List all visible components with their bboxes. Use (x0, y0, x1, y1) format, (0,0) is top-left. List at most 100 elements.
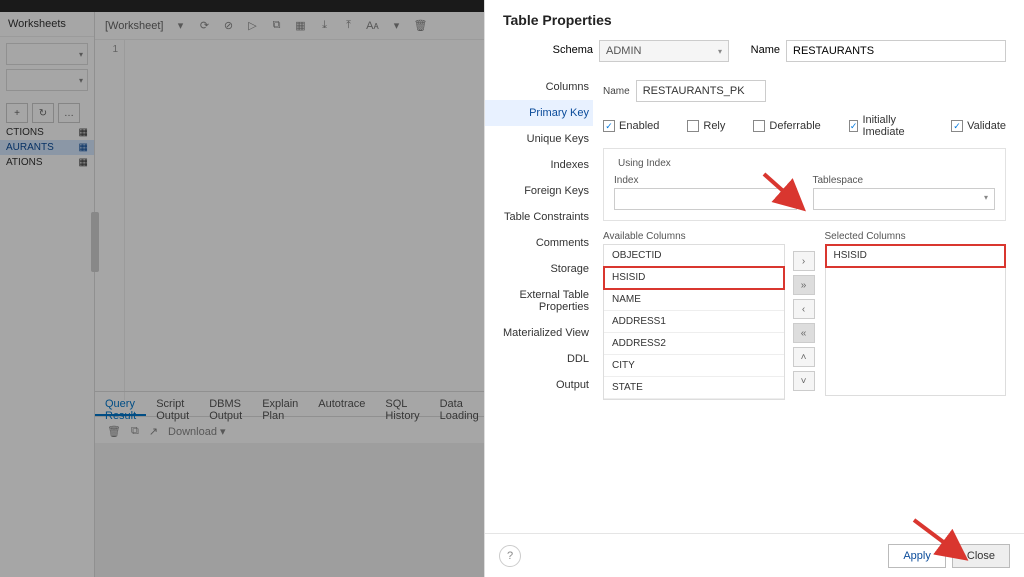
move-down-button[interactable]: ˅ (793, 371, 815, 391)
move-left-button[interactable]: ‹ (793, 299, 815, 319)
available-columns-list[interactable]: OBJECTID HSISID NAME ADDRESS1 ADDRESS2 C… (603, 244, 785, 400)
modal-nav: Columns Primary Key Unique Keys Indexes … (485, 74, 593, 523)
table-icon: ▦ (79, 127, 88, 138)
tab-sql-history[interactable]: SQL History (375, 392, 429, 416)
more-button[interactable]: … (58, 103, 80, 123)
worksheet-tab[interactable]: [Worksheet] (105, 20, 164, 32)
help-button[interactable]: ? (499, 545, 521, 567)
move-all-right-button[interactable]: » (793, 275, 815, 295)
db-select-1[interactable] (6, 43, 88, 65)
nav-unique-keys[interactable]: Unique Keys (485, 126, 593, 152)
list-item[interactable]: HSISID (826, 245, 1006, 267)
nav-ddl[interactable]: DDL (485, 346, 593, 372)
tab-script-output[interactable]: Script Output (146, 392, 199, 416)
validate-checkbox[interactable]: ✓Validate (951, 114, 1006, 138)
nav-storage[interactable]: Storage (485, 256, 593, 282)
primary-key-panel: Name RESTAURANTS_PK ✓Enabled Rely Deferr… (603, 74, 1006, 523)
deferrable-checkbox[interactable]: Deferrable (753, 114, 820, 138)
toolbar-refresh-icon[interactable]: ⟳ (198, 19, 212, 33)
nav-primary-key[interactable]: Primary Key (485, 100, 593, 126)
tree-item[interactable]: AURANTS▦ (0, 140, 94, 155)
toolbar-export-icon[interactable]: ⤒ (342, 19, 356, 33)
list-item[interactable]: STATE (604, 377, 784, 399)
results-tabs: Query Result Script Output DBMS Output E… (95, 391, 484, 417)
toolbar-run-icon[interactable]: ▷ (246, 19, 260, 33)
open-icon[interactable]: ↗ (149, 425, 158, 438)
table-properties-modal: Table Properties Schema ADMIN Name RESTA… (484, 0, 1024, 577)
worksheet-toolbar: [Worksheet] ▾ ⟳ ⊘ ▷ ⧉ ▦ ⤓ ⤒ Aᴀ ▾ 🗑 (95, 12, 484, 40)
table-name-input[interactable]: RESTAURANTS (786, 40, 1006, 62)
object-tree[interactable]: CTIONS▦ AURANTS▦ ATIONS▦ (0, 125, 94, 170)
list-item[interactable]: ADDRESS1 (604, 311, 784, 333)
enabled-checkbox[interactable]: ✓Enabled (603, 114, 659, 138)
sql-editor[interactable]: 1 (95, 40, 484, 400)
toolbar-case-icon[interactable]: Aᴀ (366, 19, 380, 33)
worksheets-header: Worksheets (0, 12, 94, 37)
toolbar-dropdown-icon[interactable]: ▾ (174, 19, 188, 33)
nav-indexes[interactable]: Indexes (485, 152, 593, 178)
nav-foreign-keys[interactable]: Foreign Keys (485, 178, 593, 204)
list-item[interactable]: CITY (604, 355, 784, 377)
nav-materialized-view[interactable]: Materialized View (485, 320, 593, 346)
toolbar-delete-icon[interactable]: 🗑 (414, 19, 428, 33)
tab-query-result[interactable]: Query Result (95, 392, 146, 416)
results-toolbar: 🗑 ⧉ ↗ Download ▾ (95, 419, 484, 443)
apply-button[interactable]: Apply (888, 544, 946, 568)
editor-text[interactable] (125, 40, 484, 400)
tab-explain-plan[interactable]: Explain Plan (252, 392, 308, 416)
index-label: Index (614, 175, 797, 186)
tab-autotrace[interactable]: Autotrace (308, 392, 375, 416)
toolbar-import-icon[interactable]: ⤓ (318, 19, 332, 33)
shuttle-buttons: › » ‹ « ˄ ˅ (793, 231, 817, 400)
modal-title: Table Properties (485, 0, 1024, 40)
tree-item[interactable]: ATIONS▦ (0, 155, 94, 170)
name-label: Name (751, 40, 780, 62)
using-index-legend: Using Index (614, 158, 675, 169)
schema-label: Schema (485, 40, 593, 62)
schema-select[interactable]: ADMIN (599, 40, 729, 62)
refresh-button[interactable]: ↻ (32, 103, 54, 123)
index-select[interactable] (614, 188, 797, 210)
pk-name-label: Name (603, 86, 630, 97)
download-button[interactable]: Download ▾ (168, 425, 226, 438)
rely-checkbox[interactable]: Rely (687, 114, 725, 138)
worksheet-area: [Worksheet] ▾ ⟳ ⊘ ▷ ⧉ ▦ ⤓ ⤒ Aᴀ ▾ 🗑 1 Que… (95, 12, 484, 577)
using-index-group: Using Index Index Tablespace (603, 148, 1006, 221)
results-body (95, 443, 484, 577)
list-item[interactable]: HSISID (604, 267, 784, 289)
toolbar-copy-icon[interactable]: ⧉ (270, 19, 284, 33)
add-button[interactable]: + (6, 103, 28, 123)
table-icon: ▦ (79, 157, 88, 168)
copy-icon[interactable]: ⧉ (131, 425, 139, 438)
nav-columns[interactable]: Columns (485, 74, 593, 100)
toolbar-dropdown2-icon[interactable]: ▾ (390, 19, 404, 33)
list-item[interactable]: OBJECTID (604, 245, 784, 267)
table-icon: ▦ (79, 142, 88, 153)
toolbar-cancel-icon[interactable]: ⊘ (222, 19, 236, 33)
nav-table-constraints[interactable]: Table Constraints (485, 204, 593, 230)
splitter-handle[interactable] (91, 212, 99, 272)
initially-immediate-checkbox[interactable]: ✓Initially Imediate (849, 114, 923, 138)
tab-data-loading[interactable]: Data Loading (430, 392, 489, 416)
list-item[interactable]: NAME (604, 289, 784, 311)
move-all-left-button[interactable]: « (793, 323, 815, 343)
trash-icon[interactable]: 🗑 (107, 425, 121, 438)
move-up-button[interactable]: ˄ (793, 347, 815, 367)
move-right-button[interactable]: › (793, 251, 815, 271)
selected-columns-list[interactable]: HSISID (825, 244, 1007, 396)
nav-output[interactable]: Output (485, 372, 593, 398)
db-select-2[interactable] (6, 69, 88, 91)
tablespace-label: Tablespace (813, 175, 996, 186)
available-columns-header: Available Columns (603, 231, 785, 242)
modal-footer: ? Apply Close (485, 533, 1024, 577)
tree-item[interactable]: CTIONS▦ (0, 125, 94, 140)
nav-external-table-properties[interactable]: External Table Properties (485, 282, 593, 320)
tab-dbms-output[interactable]: DBMS Output (199, 392, 252, 416)
selected-columns-header: Selected Columns (825, 231, 1007, 242)
toolbar-grid-icon[interactable]: ▦ (294, 19, 308, 33)
pk-name-input[interactable]: RESTAURANTS_PK (636, 80, 766, 102)
nav-comments[interactable]: Comments (485, 230, 593, 256)
close-button[interactable]: Close (952, 544, 1010, 568)
tablespace-select[interactable] (813, 188, 996, 210)
list-item[interactable]: ADDRESS2 (604, 333, 784, 355)
